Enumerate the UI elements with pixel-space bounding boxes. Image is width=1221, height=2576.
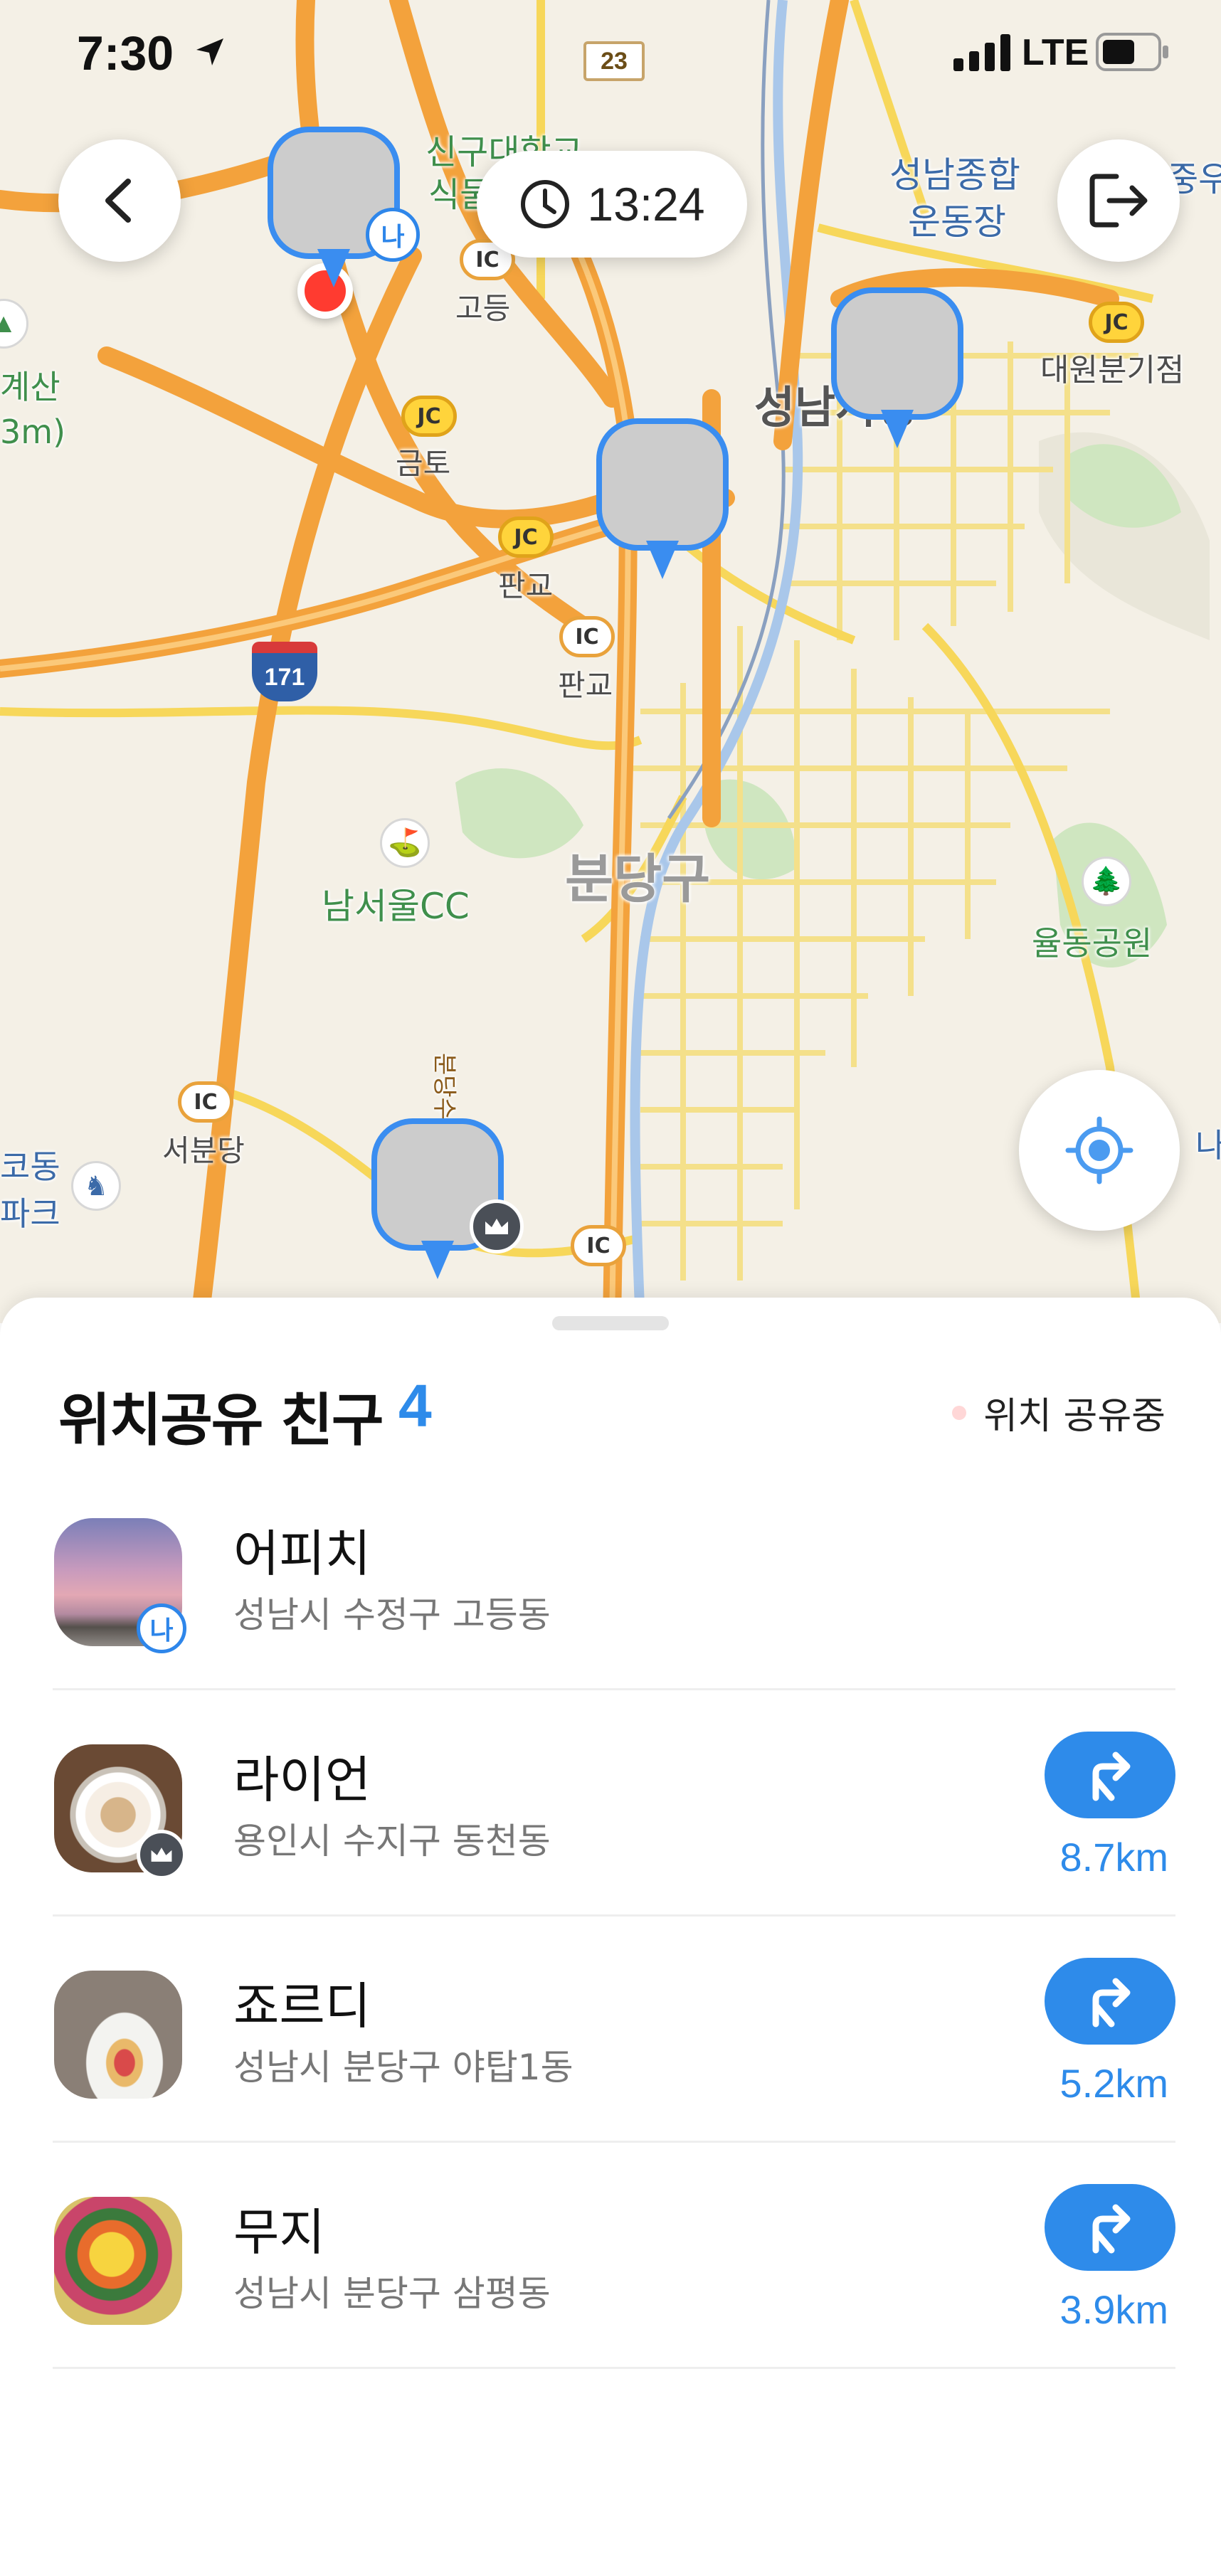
map-label-daewon: 대원분기점	[1040, 352, 1185, 388]
friend-name: 무지	[233, 2203, 325, 2262]
battery-icon	[1096, 33, 1168, 71]
friend-row[interactable]: 라이언 용인시 수지구 동천동 8.7km	[53, 1690, 1175, 1917]
status-time: 7:30	[77, 26, 174, 80]
golf-poi-icon: ⛳	[380, 818, 430, 868]
directions-button[interactable]	[1045, 1958, 1175, 2045]
signal-bars-icon	[953, 34, 1010, 71]
friend-distance: 5.2km	[1059, 2061, 1169, 2106]
directions-button[interactable]	[1045, 2184, 1175, 2271]
friend-name: 어피치	[233, 1525, 371, 1583]
friend-count: 4	[398, 1372, 432, 1439]
divider	[53, 2367, 1175, 2369]
chevron-left-icon	[105, 179, 131, 223]
status-bar: 7:30 LTE	[0, 0, 1221, 100]
pin-tail	[646, 541, 679, 579]
pin-tail	[881, 410, 914, 448]
ic-badge-seobundang: IC	[178, 1081, 233, 1123]
me-badge-icon: 나	[137, 1604, 186, 1653]
sheet-title: 위치공유 친구	[58, 1387, 384, 1453]
friend-address: 성남시 분당구 삼평동	[233, 2273, 551, 2314]
back-button[interactable]	[58, 139, 181, 262]
pin-apeach[interactable]: 나	[268, 127, 420, 290]
friend-name: 죠르디	[233, 1977, 371, 2035]
map-label-yuldong-park: 율동공원	[1032, 924, 1153, 963]
pin-muzi[interactable]	[596, 418, 729, 582]
map-view[interactable]: 신구대학교 식물원 성남종합 운동장 대원분기점 성남시청 고등 금토 판교 판…	[0, 0, 1221, 1323]
pin-jordy-photo	[831, 287, 963, 420]
exit-icon	[1089, 174, 1148, 228]
map-label-seobundang: 서분당	[162, 1133, 245, 1168]
map-label-right-edge-2: 나파	[1195, 1126, 1221, 1165]
sharing-legend: 위치 공유중	[952, 1386, 1166, 1439]
friend-address: 용인시 수지구 동천동	[233, 1820, 551, 1862]
me-badge-icon: 나	[366, 208, 420, 262]
friend-avatar	[54, 2197, 182, 2325]
jc-badge-geumto: JC	[401, 396, 457, 437]
map-label-seongnam-stadium-2: 운동장	[908, 201, 1006, 243]
jc-badge-pangyo: JC	[498, 516, 554, 558]
friend-row[interactable]: 무지 성남시 분당구 삼평동 3.9km	[53, 2143, 1175, 2369]
crown-badge-icon	[470, 1199, 524, 1253]
park-tree-icon: 🌲	[1082, 857, 1131, 906]
map-label-left-bottom-2: 파크	[0, 1194, 60, 1233]
time-pill-text: 13:24	[587, 178, 705, 230]
network-type: LTE	[1022, 32, 1089, 73]
directions-button[interactable]	[1045, 1732, 1175, 1818]
clock-icon	[521, 180, 570, 228]
pin-jordy[interactable]	[831, 287, 963, 451]
pin-muzi-photo	[596, 418, 729, 551]
map-label-left-top-2: 3m)	[0, 413, 66, 451]
time-pill[interactable]: 13:24	[477, 151, 747, 258]
friend-avatar	[54, 1971, 182, 2099]
locate-me-button[interactable]	[1019, 1070, 1180, 1231]
map-label-left-bottom-1: 코동	[0, 1147, 60, 1186]
directions-icon	[1092, 1751, 1131, 1801]
location-arrow-icon	[196, 38, 223, 65]
route-171-shield: 171	[252, 642, 317, 701]
friend-address: 성남시 분당구 야탑1동	[233, 2047, 574, 2088]
pin-tail	[421, 1241, 454, 1279]
pin-ryan[interactable]	[371, 1118, 524, 1282]
directions-icon	[1092, 2204, 1131, 2254]
pin-tail	[317, 249, 350, 287]
jc-badge-daewon: JC	[1089, 302, 1144, 343]
sheet-grabber[interactable]	[552, 1316, 669, 1330]
ic-badge-geumgok: IC	[571, 1225, 626, 1266]
crown-badge-icon	[137, 1830, 186, 1880]
map-label-seongnam-stadium: 성남종합	[889, 154, 1020, 196]
map-label-pangyo-jc: 판교	[498, 568, 554, 603]
map-label-godeung: 고등	[455, 291, 511, 326]
friend-name: 라이언	[233, 1751, 371, 1809]
horse-poi-icon: ♞	[71, 1161, 121, 1211]
crosshair-icon	[1065, 1116, 1133, 1184]
directions-icon	[1092, 1978, 1131, 2028]
friends-bottom-sheet[interactable]: 위치공유 친구 4 위치 공유중 나 어피치 성남시 수정구 고등동 라이언 용…	[0, 1298, 1221, 2576]
ic-badge-pangyo: IC	[559, 616, 615, 657]
friend-distance: 3.9km	[1059, 2287, 1169, 2332]
friend-address: 성남시 수정구 고등동	[233, 1594, 551, 1636]
exit-sharing-button[interactable]	[1057, 139, 1180, 262]
sharing-legend-text: 위치 공유중	[983, 1395, 1166, 1438]
map-label-bundang-gu: 분당구	[565, 849, 711, 910]
friend-row[interactable]: 나 어피치 성남시 수정구 고등동	[53, 1464, 1175, 1690]
sharing-dot-icon	[952, 1405, 967, 1420]
friend-row[interactable]: 죠르디 성남시 분당구 야탑1동 5.2km	[53, 1917, 1175, 2143]
map-label-namseoul-cc: 남서울CC	[322, 886, 470, 927]
map-label-left-top-1: 계산	[0, 368, 60, 406]
map-label-geumto: 금토	[396, 446, 451, 481]
map-label-pangyo-ic: 판교	[558, 668, 613, 703]
friend-distance: 8.7km	[1059, 1835, 1169, 1880]
